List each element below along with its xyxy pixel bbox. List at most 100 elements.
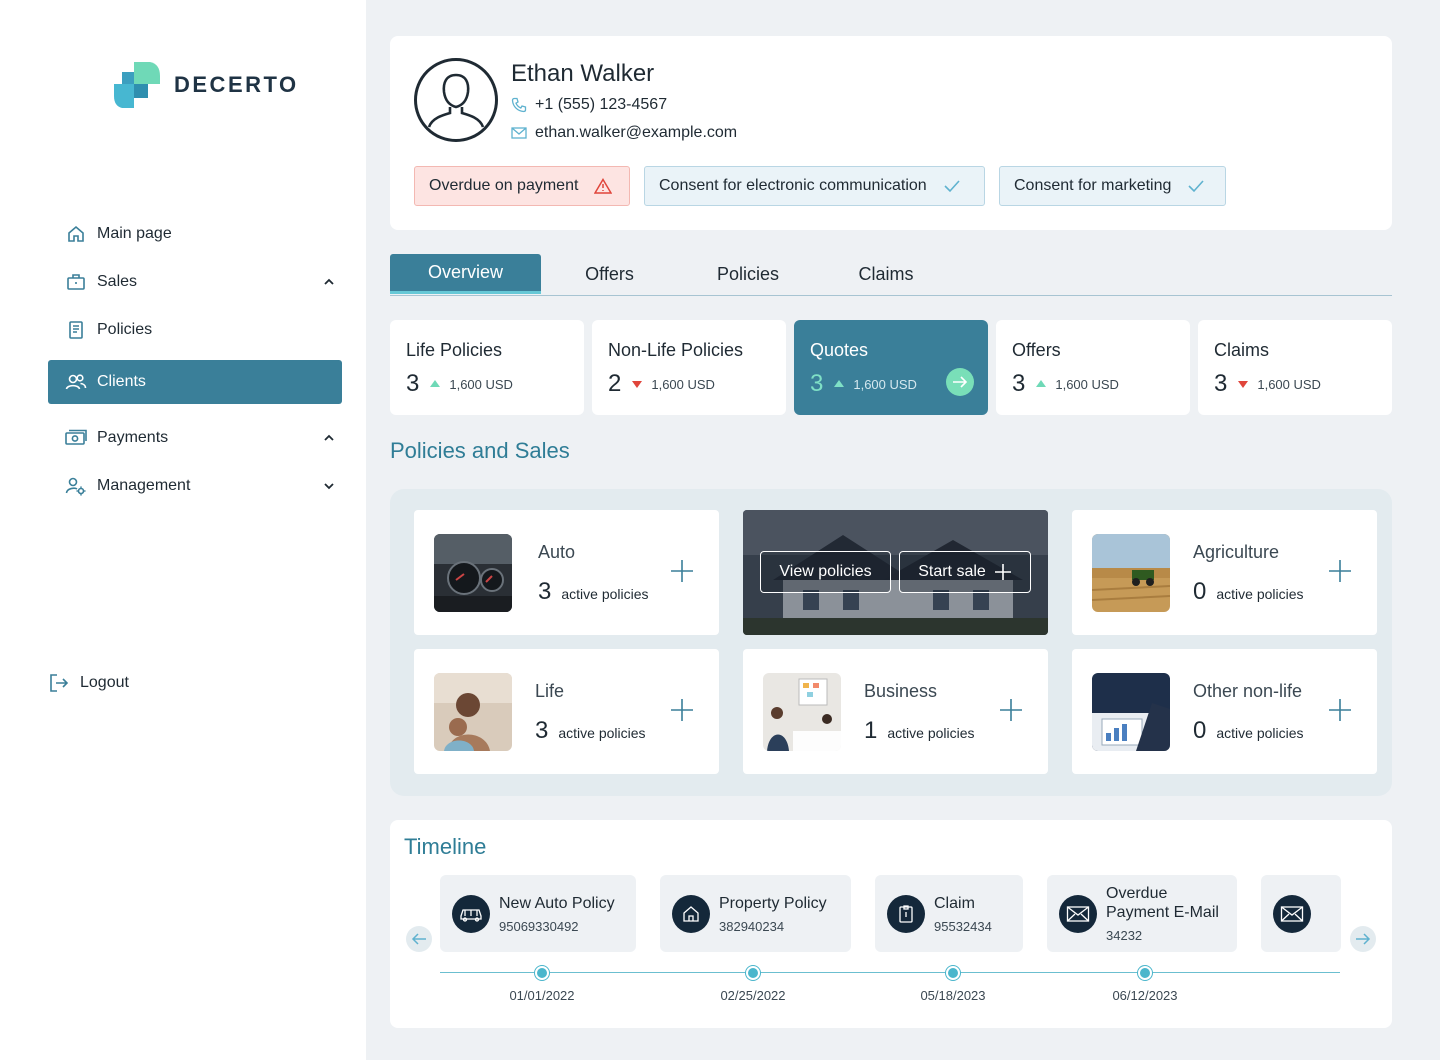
policy-card-business[interactable]: Business 1 active policies <box>743 649 1048 774</box>
logout-button[interactable]: Logout <box>48 672 129 694</box>
stat-amount: 1,600 USD <box>449 376 513 392</box>
avatar <box>414 58 498 142</box>
timeline-event[interactable]: Claim 95532434 <box>875 875 1023 952</box>
chevron-up-icon[interactable] <box>322 431 336 445</box>
stat-title: Claims <box>1214 340 1270 360</box>
sidebar-item-label: Sales <box>97 273 138 290</box>
policy-card-other-non-life[interactable]: Other non-life 0 active policies <box>1072 649 1377 774</box>
start-sale-label: Start sale <box>918 563 986 580</box>
chevron-up-icon[interactable] <box>322 275 336 289</box>
mail-icon <box>511 127 527 139</box>
policy-card-auto[interactable]: Auto 3 active policies <box>414 510 719 635</box>
badge-consent-electronic[interactable]: Consent for electronic communication <box>644 166 985 206</box>
mail-icon <box>1059 894 1097 933</box>
money-icon <box>65 427 87 449</box>
stat-card-offers[interactable]: Offers 3 1,600 USD <box>996 320 1190 415</box>
arrow-right-button[interactable] <box>946 368 974 396</box>
view-policies-button[interactable]: View policies <box>760 551 891 593</box>
stat-card-non-life-policies[interactable]: Non-Life Policies 2 1,600 USD <box>592 320 786 415</box>
sidebar-item-main-page[interactable]: Main page <box>48 212 342 256</box>
timeline-event[interactable]: Property Policy 382940234 <box>660 875 851 952</box>
logo[interactable]: DECERTO <box>114 62 299 108</box>
plus-icon <box>671 699 693 721</box>
event-number: 382940234 <box>719 918 785 934</box>
event-number: 95069330492 <box>499 918 579 934</box>
stat-count: 3 <box>810 370 824 397</box>
timeline-event[interactable] <box>1261 875 1341 952</box>
timeline-prev-button[interactable] <box>406 926 432 952</box>
check-icon <box>1188 180 1205 193</box>
stat-card-quotes[interactable]: Quotes 3 1,600 USD <box>794 320 988 415</box>
badge-label: Overdue on payment <box>429 177 579 194</box>
tab-offers[interactable]: Offers <box>541 254 678 294</box>
stat-title: Quotes <box>810 340 869 360</box>
sidebar: DECERTO Main page Sales Policies Clients… <box>0 0 366 1060</box>
sidebar-item-payments[interactable]: Payments <box>48 416 342 460</box>
start-sale-button[interactable]: Start sale <box>899 551 1031 593</box>
briefcase-icon <box>65 271 87 293</box>
event-title: Overdue Payment E-Mail <box>1106 885 1219 921</box>
stat-count: 3 <box>406 370 420 397</box>
other-non-life-image <box>1092 673 1170 751</box>
timeline-dot[interactable] <box>946 966 960 980</box>
stat-count: 2 <box>608 370 622 397</box>
timeline-dot[interactable] <box>1138 966 1152 980</box>
tab-claims[interactable]: Claims <box>818 254 954 294</box>
badge-consent-marketing[interactable]: Consent for marketing <box>999 166 1226 206</box>
check-icon <box>944 180 960 193</box>
agriculture-image <box>1092 534 1170 612</box>
timeline-date: 06/12/2023 <box>1112 988 1178 1003</box>
trend-down-icon <box>1238 381 1249 388</box>
add-business-button[interactable] <box>998 697 1024 723</box>
add-agriculture-button[interactable] <box>1327 558 1353 584</box>
sidebar-item-label: Payments <box>97 429 169 446</box>
policy-card-agriculture[interactable]: Agriculture 0 active policies <box>1072 510 1377 635</box>
sidebar-item-clients[interactable]: Clients <box>48 360 342 404</box>
add-other-non-life-button[interactable] <box>1327 697 1353 723</box>
policy-label: Life <box>535 681 565 701</box>
phone-text: +1 (555) 123-4567 <box>535 96 668 113</box>
timeline-dot[interactable] <box>746 966 760 980</box>
client-profile-card: Ethan Walker +1 (555) 123-4567 ethan.wal… <box>390 36 1392 230</box>
policy-count: 0 <box>1193 717 1207 744</box>
chevron-down-icon[interactable] <box>322 479 336 493</box>
sidebar-item-policies[interactable]: Policies <box>48 308 342 352</box>
tab-overview[interactable]: Overview <box>390 254 541 294</box>
trend-up-icon <box>430 380 441 387</box>
stat-card-claims[interactable]: Claims 3 1,600 USD <box>1198 320 1392 415</box>
sidebar-item-label: Management <box>97 477 191 494</box>
policy-label: Business <box>864 681 938 701</box>
sidebar-item-management[interactable]: Management <box>48 464 342 508</box>
badge-overdue-payment[interactable]: Overdue on payment <box>414 166 630 206</box>
timeline-event[interactable]: Overdue Payment E-Mail 34232 <box>1047 875 1237 952</box>
sidebar-item-sales[interactable]: Sales <box>48 260 342 304</box>
plus-icon <box>1329 560 1351 582</box>
policy-card-life[interactable]: Life 3 active policies <box>414 649 719 774</box>
sidebar-nav: Main page Sales Policies Clients Payment… <box>48 212 342 512</box>
timeline-next-button[interactable] <box>1350 926 1376 952</box>
badge-label: Consent for electronic communication <box>659 177 927 194</box>
plus-icon <box>671 560 693 582</box>
add-life-button[interactable] <box>669 697 695 723</box>
add-auto-button[interactable] <box>669 558 695 584</box>
policy-count-suffix: active policies <box>1216 586 1304 602</box>
client-phone[interactable]: +1 (555) 123-4567 <box>511 96 667 114</box>
policy-label: Auto <box>538 542 576 562</box>
tab-policies[interactable]: Policies <box>678 254 818 294</box>
timeline-event[interactable]: New Auto Policy 95069330492 <box>440 875 636 952</box>
arrow-right-icon <box>953 376 968 388</box>
timeline-dot[interactable] <box>535 966 549 980</box>
policy-label: Other non-life <box>1193 681 1303 701</box>
sidebar-item-label: Main page <box>97 225 172 242</box>
users-icon <box>65 371 87 393</box>
trend-up-icon <box>834 380 845 387</box>
stat-card-life-policies[interactable]: Life Policies 3 1,600 USD <box>390 320 584 415</box>
client-email[interactable]: ethan.walker@example.com <box>511 124 737 142</box>
mail-icon <box>1273 894 1311 933</box>
policy-count-suffix: active policies <box>561 586 649 602</box>
warning-icon <box>594 178 613 194</box>
event-number: 34232 <box>1106 928 1143 943</box>
stat-title: Offers <box>1012 340 1061 360</box>
car-icon <box>452 894 490 933</box>
timeline-line <box>440 972 1340 973</box>
